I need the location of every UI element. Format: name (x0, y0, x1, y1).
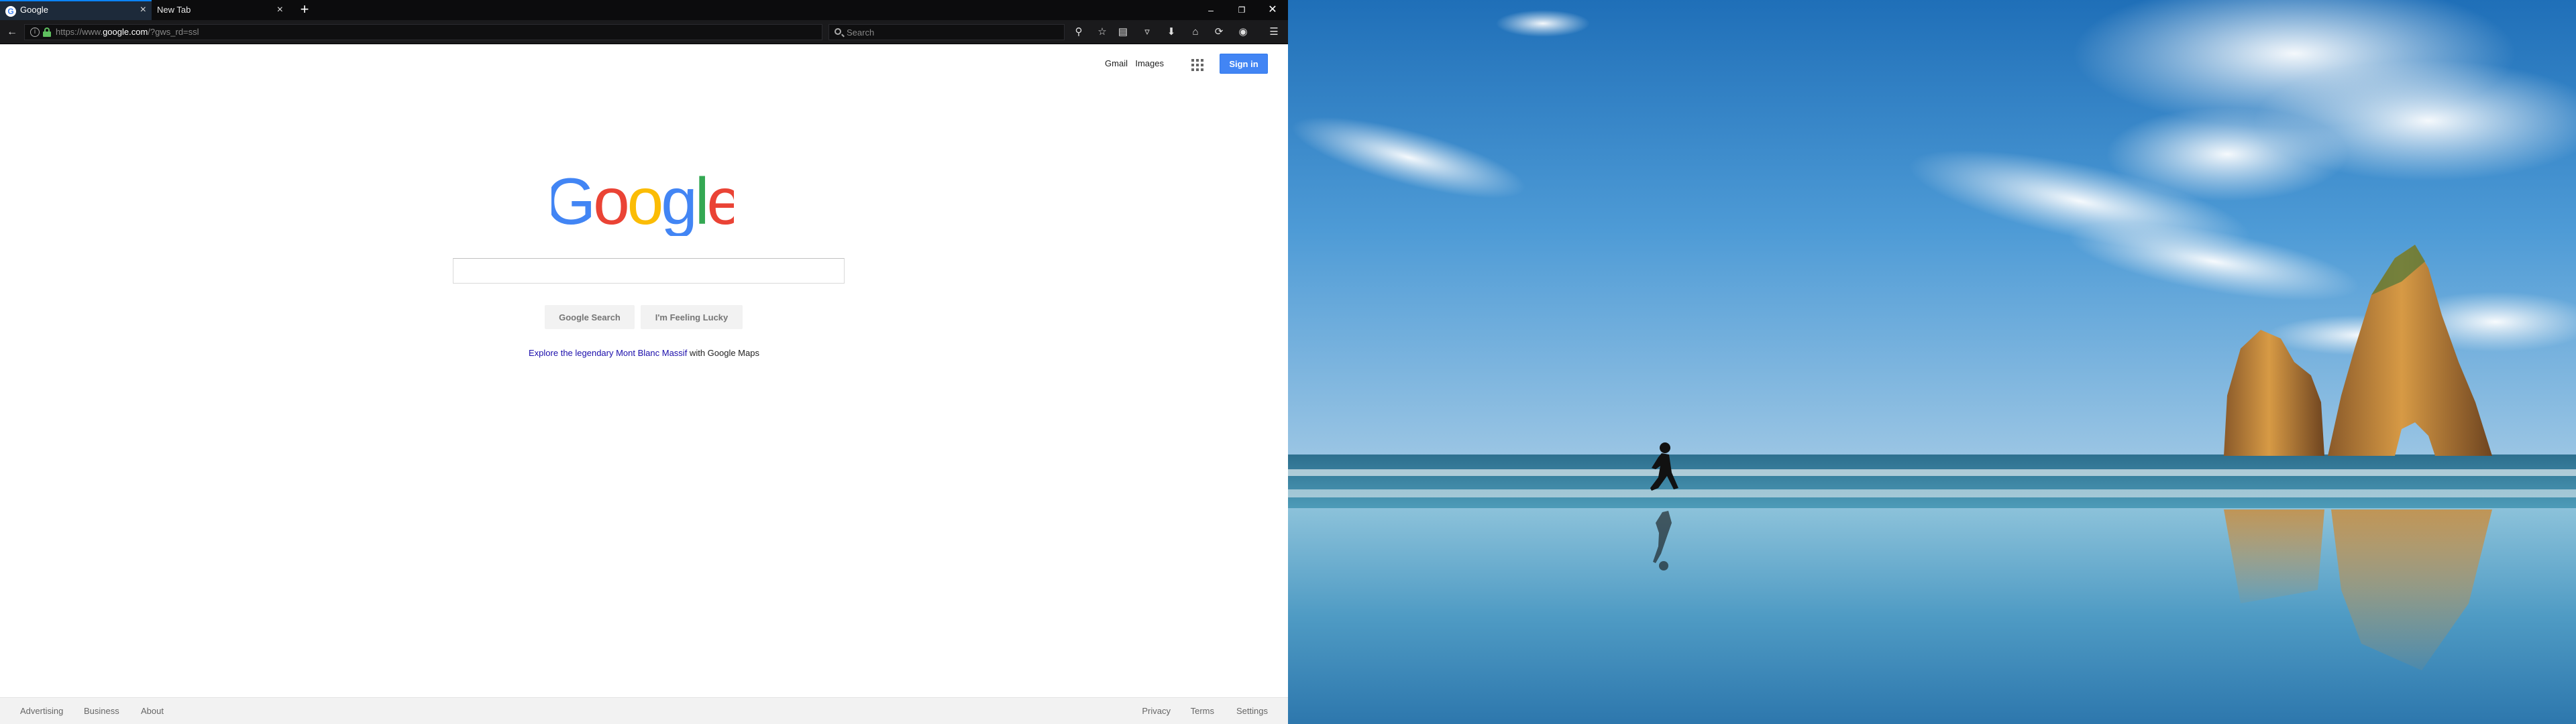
browser-search-bar[interactable] (828, 24, 1065, 40)
back-arrow-icon[interactable]: ← (5, 25, 19, 39)
lock-icon (43, 27, 51, 37)
footer-settings-link[interactable]: Settings (1236, 706, 1268, 716)
tab-title: New Tab (157, 5, 191, 15)
sync-icon[interactable]: ⟳ (1212, 25, 1226, 39)
close-window-button[interactable]: ✕ (1257, 0, 1288, 20)
tab-strip: G Google × New Tab × + – ❐ ✕ (0, 0, 1288, 20)
close-tab-icon[interactable]: × (277, 0, 283, 20)
footer-business-link[interactable]: Business (84, 706, 119, 716)
sign-in-button[interactable]: Sign in (1220, 54, 1268, 74)
search-input[interactable] (453, 259, 844, 283)
browser-window: G Google × New Tab × + – ❐ ✕ ← i https:/… (0, 0, 1288, 724)
logo-letter: o (627, 169, 661, 236)
pocket-icon[interactable]: ▿ (1140, 25, 1155, 39)
promo-text: Explore the legendary Mont Blanc Massif … (0, 348, 1288, 358)
promo-link[interactable]: Explore the legendary Mont Blanc Massif (529, 348, 687, 358)
images-link[interactable]: Images (1135, 58, 1164, 68)
navigation-toolbar: ← i https://www.google.com/?gws_rd=ssl ↻… (0, 20, 1288, 44)
google-logo-text: Google (551, 169, 734, 236)
footer: Advertising Business About Privacy Terms… (0, 697, 1288, 724)
top-navigation: Gmail Images Sign in (1067, 54, 1268, 75)
tab-new-tab[interactable]: New Tab × (153, 0, 288, 20)
apps-grid-icon[interactable] (1191, 59, 1203, 71)
google-favicon-icon: G (5, 6, 16, 17)
logo-letter: l (695, 169, 707, 236)
gmail-link[interactable]: Gmail (1105, 58, 1128, 68)
menu-icon[interactable]: ☰ (1267, 25, 1281, 39)
bookmark-star-icon[interactable]: ☆ (1095, 25, 1110, 39)
logo-letter: o (593, 169, 627, 236)
footer-advertising-link[interactable]: Advertising (20, 706, 63, 716)
promo-suffix: with Google Maps (687, 348, 759, 358)
footer-terms-link[interactable]: Terms (1191, 706, 1214, 716)
search-box[interactable] (453, 258, 845, 284)
site-info-icon[interactable]: i (30, 27, 40, 37)
footer-about-link[interactable]: About (141, 706, 164, 716)
close-tab-icon[interactable]: × (140, 0, 146, 20)
logo-letter: G (551, 169, 593, 236)
account-icon[interactable]: ◉ (1236, 25, 1250, 39)
download-icon[interactable]: ⬇ (1164, 25, 1179, 39)
restore-button[interactable]: ❐ (1226, 0, 1257, 20)
logo-letter: e (707, 169, 734, 236)
search-icon (835, 28, 841, 35)
google-homepage: Gmail Images Sign in Google Google Searc… (0, 45, 1288, 724)
home-icon[interactable]: ⌂ (1188, 25, 1203, 39)
desktop-wallpaper (1288, 0, 2576, 724)
google-search-button[interactable]: Google Search (545, 305, 635, 329)
feeling-lucky-button[interactable]: I'm Feeling Lucky (641, 305, 743, 329)
new-tab-button[interactable]: + (295, 0, 314, 20)
reading-list-icon[interactable]: ▤ (1116, 25, 1130, 39)
google-logo: Google (545, 164, 744, 238)
footer-privacy-link[interactable]: Privacy (1142, 706, 1171, 716)
tab-google[interactable]: G Google × (0, 0, 152, 20)
wrench-icon[interactable]: ⚲ (1071, 25, 1086, 39)
logo-letter: g (661, 169, 695, 236)
url-text[interactable]: https://www.google.com/?gws_rd=ssl (56, 25, 199, 40)
minimize-button[interactable]: – (1195, 0, 1226, 20)
tab-title: Google (20, 5, 48, 15)
address-bar[interactable]: i https://www.google.com/?gws_rd=ssl ↻ (24, 24, 840, 40)
browser-search-input[interactable] (847, 25, 1061, 40)
